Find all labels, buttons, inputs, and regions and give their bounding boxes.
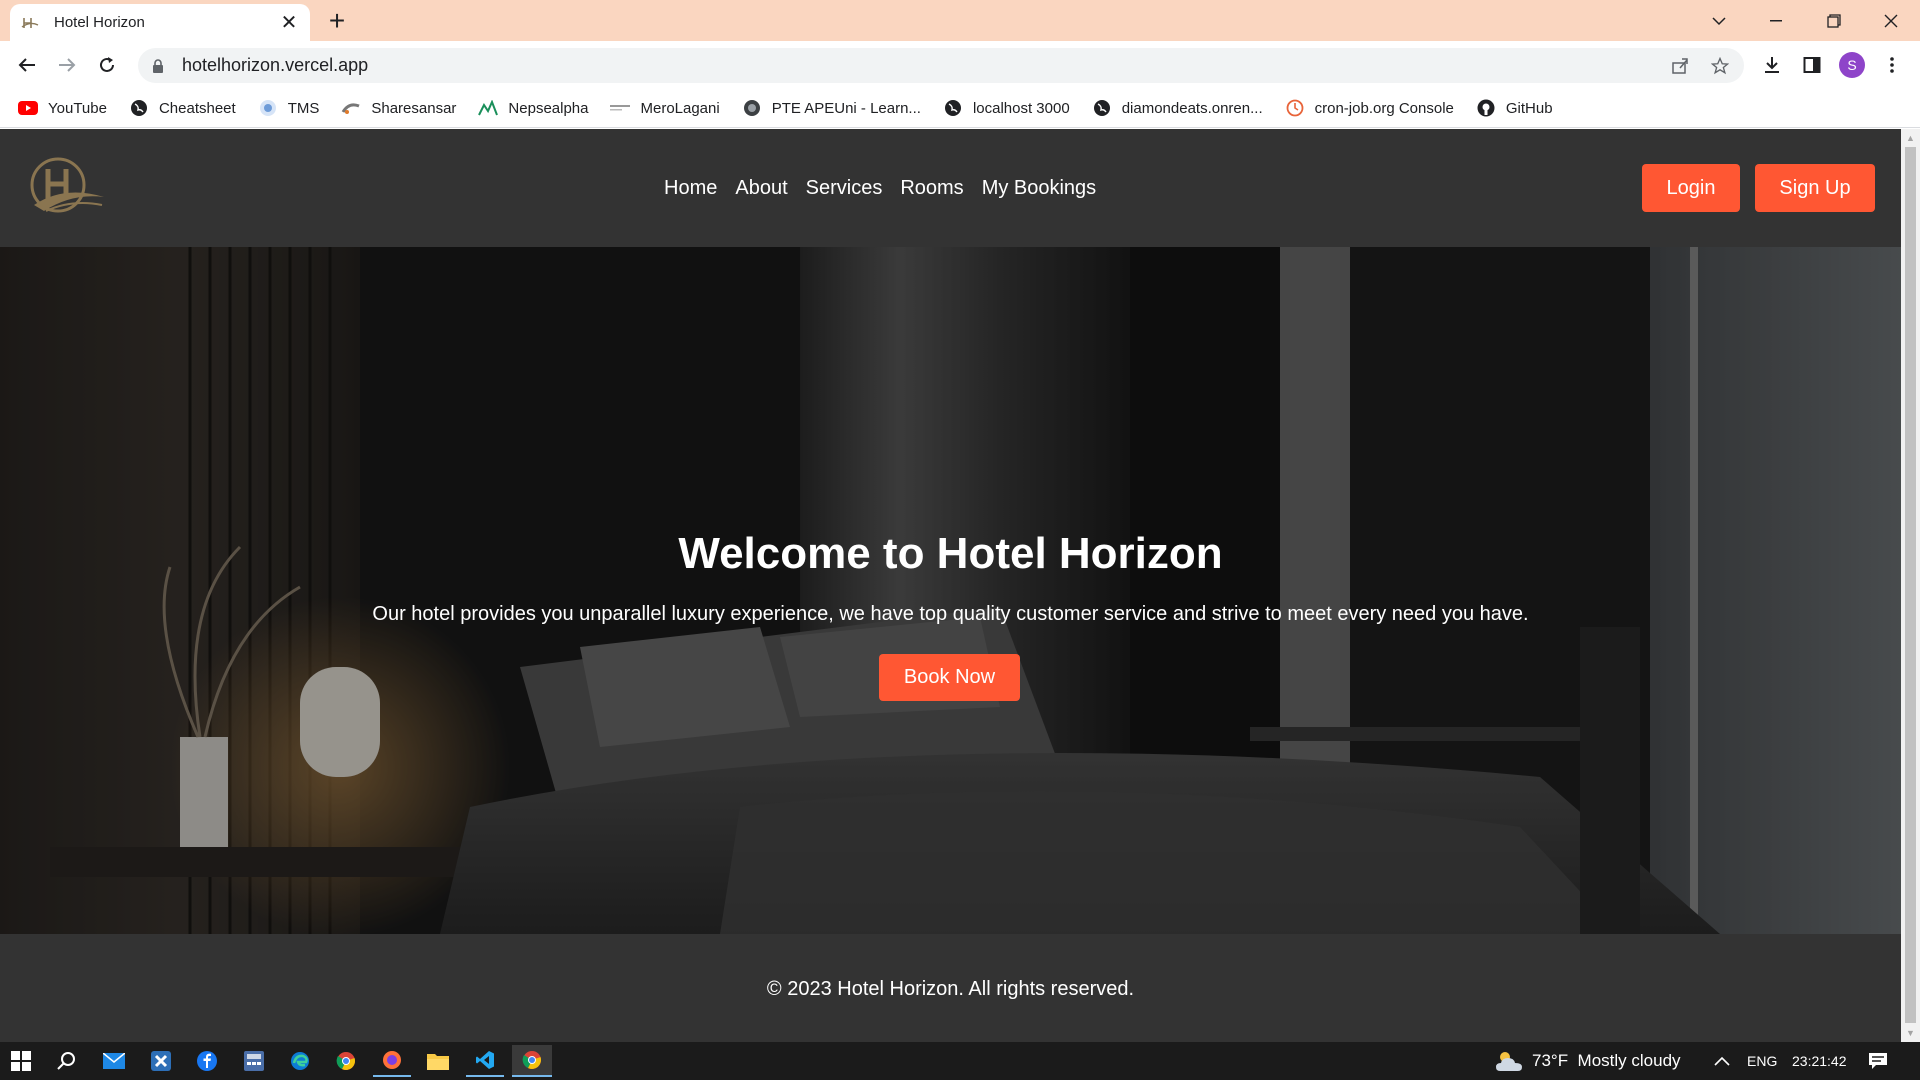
clock-time[interactable]: 23:21:42 (1792, 1042, 1847, 1080)
book-now-button[interactable]: Book Now (879, 654, 1020, 701)
windows-taskbar: 73°F Mostly cloudy ENG 23:21:42 (0, 1042, 1920, 1080)
browser-toolbar: hotelhorizon.vercel.app S (0, 41, 1920, 89)
bookmark-github[interactable]: GitHub (1476, 98, 1553, 118)
url-text: hotelhorizon.vercel.app (182, 55, 369, 75)
bookmark-tms[interactable]: TMS (258, 98, 319, 118)
file-explorer-icon[interactable] (419, 1045, 457, 1077)
profile-initial: S (1839, 52, 1865, 78)
forward-arrow-icon[interactable] (51, 49, 83, 81)
login-button[interactable]: Login (1642, 164, 1740, 212)
tab-title: Hotel Horizon (54, 14, 145, 31)
scrollbar-thumb[interactable] (1905, 147, 1916, 1023)
calculator-icon[interactable] (235, 1045, 273, 1077)
bookmark-merolagani[interactable]: MeroLagani (610, 98, 720, 118)
sharesansar-icon (341, 98, 361, 118)
bookmark-nepsealpha[interactable]: Nepsealpha (478, 98, 588, 118)
cronjob-icon (1285, 98, 1305, 118)
page-scrollbar[interactable]: ▲ ▼ (1901, 129, 1920, 1042)
main-nav: Home About Services Rooms My Bookings (664, 173, 1114, 203)
facebook-icon[interactable] (188, 1045, 226, 1077)
page-viewport: Home About Services Rooms My Bookings Lo… (0, 129, 1901, 1042)
hero-section: Welcome to Hotel Horizon Our hotel provi… (0, 247, 1901, 934)
hero-title: Welcome to Hotel Horizon (678, 529, 1223, 578)
weather-widget[interactable]: 73°F Mostly cloudy (1494, 1042, 1681, 1080)
chevron-up-icon[interactable] (1714, 1042, 1730, 1080)
weather-cloud-icon (1494, 1049, 1524, 1073)
download-icon[interactable] (1756, 49, 1788, 81)
chrome-icon[interactable] (327, 1045, 365, 1077)
footer-copyright: © 2023 Hotel Horizon. All rights reserve… (766, 978, 1135, 1000)
bookmark-apeuni[interactable]: PTE APEUni - Learn... (742, 98, 921, 118)
restore-icon[interactable] (1805, 0, 1863, 41)
hotel-logo[interactable] (28, 155, 108, 221)
share-icon[interactable] (1664, 48, 1696, 83)
search-icon[interactable] (48, 1045, 86, 1077)
hero-overlay (0, 247, 1901, 934)
bookmark-cronjob[interactable]: cron-job.org Console (1285, 98, 1454, 118)
site-header: Home About Services Rooms My Bookings Lo… (0, 129, 1901, 247)
browser-tab[interactable]: Hotel Horizon ✕ (10, 4, 310, 41)
merolagani-icon (610, 98, 631, 118)
nav-about[interactable]: About (735, 173, 787, 203)
bookmark-localhost[interactable]: localhost 3000 (943, 98, 1070, 118)
language-indicator[interactable]: ENG (1747, 1042, 1777, 1080)
lock-icon (152, 58, 168, 74)
nepsealpha-icon (478, 98, 499, 118)
youtube-icon (18, 98, 38, 118)
menu-kebab-icon[interactable] (1876, 49, 1908, 81)
reload-icon[interactable] (91, 49, 123, 81)
chrome-active-icon[interactable] (512, 1045, 552, 1077)
bookmark-cheatsheet[interactable]: Cheatsheet (129, 98, 236, 118)
mail-icon[interactable] (95, 1045, 133, 1077)
github-icon (1476, 98, 1496, 118)
hero-subtitle: Our hotel provides you unparallel luxury… (372, 603, 1529, 625)
browser-tab-strip: Hotel Horizon ✕ + (0, 0, 1920, 41)
nav-services[interactable]: Services (806, 173, 883, 203)
scroll-up-arrow-icon[interactable]: ▲ (1905, 133, 1916, 143)
tab-search-icon[interactable] (1690, 0, 1748, 41)
weather-text: 73°F Mostly cloudy (1532, 1051, 1681, 1070)
windows-start-icon[interactable] (2, 1045, 40, 1077)
xampp-icon[interactable] (142, 1045, 180, 1077)
tms-icon (258, 98, 278, 118)
globe-icon (1092, 98, 1112, 118)
vscode-icon[interactable] (466, 1045, 504, 1077)
nav-my-bookings[interactable]: My Bookings (982, 173, 1097, 203)
firefox-icon[interactable] (373, 1045, 411, 1077)
globe-icon (943, 98, 963, 118)
hotel-favicon-icon (20, 13, 40, 33)
bookmarks-bar: YouTube Cheatsheet TMS Sharesansar Nepse… (0, 89, 1920, 128)
bookmark-star-icon[interactable] (1704, 48, 1736, 83)
side-panel-icon[interactable] (1796, 49, 1828, 81)
bookmark-diamondeats[interactable]: diamondeats.onren... (1092, 98, 1263, 118)
new-tab-button[interactable]: + (322, 7, 352, 37)
bookmark-sharesansar[interactable]: Sharesansar (341, 98, 456, 118)
notification-icon[interactable] (1868, 1042, 1888, 1080)
bookmark-youtube[interactable]: YouTube (18, 98, 107, 118)
close-window-icon[interactable] (1862, 0, 1920, 41)
nav-home[interactable]: Home (664, 173, 717, 203)
signup-button[interactable]: Sign Up (1755, 164, 1875, 212)
edge-icon[interactable] (281, 1045, 319, 1077)
address-bar[interactable]: hotelhorizon.vercel.app (138, 48, 1744, 83)
back-arrow-icon[interactable] (11, 49, 43, 81)
minimize-icon[interactable] (1747, 0, 1805, 41)
tab-close-icon[interactable]: ✕ (278, 13, 300, 33)
scroll-down-arrow-icon[interactable]: ▼ (1905, 1028, 1916, 1038)
nav-rooms[interactable]: Rooms (900, 173, 963, 203)
site-footer: © 2023 Hotel Horizon. All rights reserve… (0, 934, 1901, 1042)
apeuni-icon (742, 98, 762, 118)
profile-avatar[interactable]: S (1836, 49, 1868, 81)
globe-icon (129, 98, 149, 118)
